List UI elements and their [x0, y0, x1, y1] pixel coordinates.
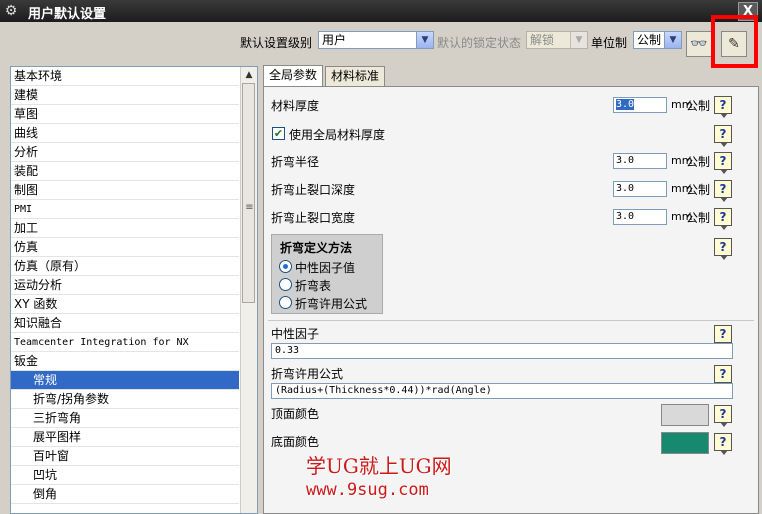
- tree-child-item[interactable]: 倒角: [11, 485, 239, 504]
- radio-bend-table[interactable]: [279, 278, 292, 291]
- help-icon[interactable]: ?: [714, 405, 732, 427]
- tree-child-item[interactable]: 展平图样: [11, 428, 239, 447]
- toolbar: 默认设置级别 用户 ▼ 默认的锁定状态 解锁 ▼ 单位制 公制 ▼ 👓 ✎: [0, 22, 762, 64]
- tree-child-item[interactable]: 百叶窗: [11, 447, 239, 466]
- use-global-checkbox[interactable]: ✔: [272, 127, 285, 140]
- help-icon[interactable]: ?: [714, 125, 732, 147]
- help-icon[interactable]: ?: [714, 180, 732, 202]
- bend-radius-label: 折弯半径: [271, 155, 320, 169]
- tab-material-standard[interactable]: 材料标准: [325, 66, 386, 86]
- help-icon[interactable]: ?: [714, 325, 732, 347]
- radio-bend-formula[interactable]: [279, 296, 292, 309]
- lock-label: 默认的锁定状态: [437, 36, 522, 50]
- tree-item[interactable]: 钣金: [11, 352, 239, 371]
- unit-select[interactable]: 公制 ▼: [633, 31, 682, 49]
- chevron-down-icon[interactable]: ▼: [416, 32, 433, 48]
- thickness-label: 材料厚度: [271, 99, 320, 113]
- unit-metric: 公制: [686, 99, 711, 113]
- title-bar: ⚙ 用户默认设置 X: [0, 0, 762, 22]
- tree-child-item[interactable]: 常规: [11, 371, 239, 390]
- tree-item[interactable]: 仿真（原有）: [11, 257, 239, 276]
- top-color-swatch[interactable]: [661, 404, 709, 426]
- lock-select-value: 解锁: [530, 33, 555, 47]
- radio-neutral-factor[interactable]: [279, 260, 292, 273]
- help-icon[interactable]: ?: [714, 365, 732, 387]
- tree-item[interactable]: 建模: [11, 86, 239, 105]
- tree-item[interactable]: 草图: [11, 105, 239, 124]
- watermark-line2: www.9sug.com: [306, 480, 429, 500]
- settings-panel: 材料厚度 3.0 mm 公制 ? ✔ 使用全局材料厚度 ? 折弯半径 3.0 m…: [263, 86, 759, 514]
- tree-item[interactable]: 分析: [11, 143, 239, 162]
- unit-metric: 公制: [686, 155, 711, 169]
- grip-icon: ≡: [245, 202, 254, 213]
- view-settings-button[interactable]: 👓: [686, 31, 712, 57]
- tab-global-params[interactable]: 全局参数: [263, 65, 324, 86]
- tree-item[interactable]: PMI: [11, 200, 239, 219]
- tree-item[interactable]: 装配: [11, 162, 239, 181]
- tree-child-item[interactable]: 三折弯角: [11, 409, 239, 428]
- relief-width-input[interactable]: 3.0: [613, 209, 667, 225]
- tree-item[interactable]: 运动分析: [11, 276, 239, 295]
- tree-item[interactable]: 曲线: [11, 124, 239, 143]
- unit-select-value: 公制: [637, 33, 662, 47]
- chevron-up-icon[interactable]: ▲: [241, 67, 257, 83]
- help-icon[interactable]: ?: [714, 208, 732, 230]
- neutral-factor-input[interactable]: 0.33: [271, 343, 733, 359]
- bend-method-group: 折弯定义方法 中性因子值 折弯表 折弯许用公式: [271, 234, 383, 314]
- use-global-label: 使用全局材料厚度: [289, 128, 386, 142]
- level-select[interactable]: 用户 ▼: [318, 31, 434, 49]
- bend-method-title: 折弯定义方法: [280, 241, 353, 255]
- relief-depth-label: 折弯止裂口深度: [271, 183, 356, 197]
- level-label: 默认设置级别: [240, 36, 313, 50]
- scrollbar-thumb[interactable]: ≡: [242, 83, 255, 303]
- formula-input[interactable]: (Radius+(Thickness*0.44))*rad(Angle): [271, 383, 733, 399]
- category-tree[interactable]: 基本环境 建模 草图 曲线 分析 装配 制图 PMI 加工 仿真 仿真（原有） …: [10, 66, 258, 514]
- radio-formula-label: 折弯许用公式: [295, 297, 368, 311]
- relief-depth-input[interactable]: 3.0: [613, 181, 667, 197]
- tree-child-item[interactable]: 凹坑: [11, 466, 239, 485]
- help-icon[interactable]: ?: [714, 152, 732, 174]
- chevron-down-icon[interactable]: ▼: [664, 32, 681, 48]
- tree-item[interactable]: 加工: [11, 219, 239, 238]
- help-icon[interactable]: ?: [714, 238, 732, 260]
- watermark: 学UG就上UG网 www.9sug.com: [306, 454, 452, 502]
- unit-label: 单位制: [591, 36, 628, 50]
- help-icon[interactable]: ?: [714, 433, 732, 455]
- help-icon[interactable]: ?: [714, 96, 732, 118]
- thickness-input[interactable]: 3.0: [613, 97, 667, 113]
- tree-item[interactable]: 基本环境: [11, 67, 239, 86]
- tree-item[interactable]: XY 函数: [11, 295, 239, 314]
- tree-child-item[interactable]: 折弯/拐角参数: [11, 390, 239, 409]
- tree-item[interactable]: Teamcenter Integration for NX: [11, 333, 239, 352]
- tree-item[interactable]: 制图: [11, 181, 239, 200]
- chevron-down-icon: ▼: [570, 32, 587, 48]
- neutral-factor-label: 中性因子: [271, 327, 320, 341]
- unit-metric: 公制: [686, 211, 711, 225]
- divider: [268, 320, 754, 321]
- level-select-value: 用户: [322, 33, 347, 47]
- gear-icon[interactable]: ⚙: [3, 3, 19, 19]
- unit-metric: 公制: [686, 183, 711, 197]
- formula-label: 折弯许用公式: [271, 367, 344, 381]
- watermark-line1: 学UG就上UG网: [306, 454, 452, 478]
- glasses-icon: 👓: [690, 36, 708, 52]
- radio-table-label: 折弯表: [295, 279, 332, 293]
- tree-item[interactable]: 仿真: [11, 238, 239, 257]
- relief-width-label: 折弯止裂口宽度: [271, 211, 356, 225]
- bottom-color-swatch[interactable]: [661, 432, 709, 454]
- bend-radius-input[interactable]: 3.0: [613, 153, 667, 169]
- tree-scrollbar[interactable]: ▲ ≡: [240, 67, 257, 513]
- radio-neutral-label: 中性因子值: [295, 261, 356, 275]
- thickness-value: 3.0: [616, 99, 635, 110]
- lock-select: 解锁 ▼: [526, 31, 588, 49]
- tree-item[interactable]: 知识融合: [11, 314, 239, 333]
- window-title: 用户默认设置: [28, 7, 107, 22]
- bottom-color-label: 底面颜色: [271, 435, 320, 449]
- highlight-box: [711, 15, 758, 68]
- top-color-label: 顶面颜色: [271, 407, 320, 421]
